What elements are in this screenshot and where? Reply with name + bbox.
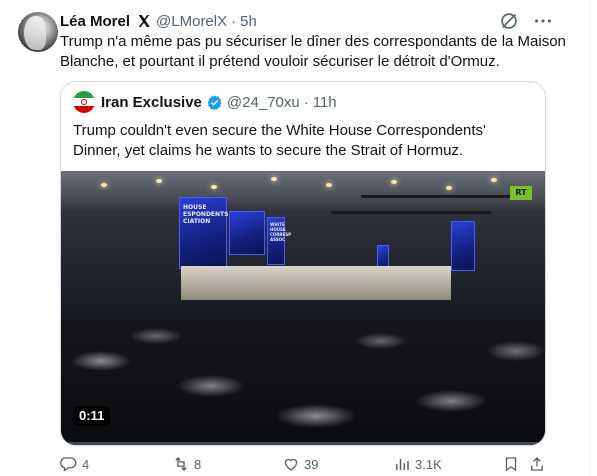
video-player[interactable]: HOUSE ESPONDENTS' CIATION WHITE HOUSE CO… bbox=[61, 171, 545, 445]
share-icon bbox=[531, 457, 543, 471]
quoted-avatar[interactable] bbox=[73, 91, 95, 113]
tweet[interactable]: Léa Morel @LMorelX · 5h Trump n'a même p… bbox=[0, 0, 588, 476]
quoted-author-name[interactable]: Iran Exclusive bbox=[101, 94, 202, 111]
separator-dot: · bbox=[231, 12, 237, 30]
views-count: 3.1K bbox=[415, 456, 442, 472]
video-progress-track[interactable] bbox=[61, 442, 545, 445]
screen-text-right: WHITE HOUSE CORRESP ASSOC bbox=[270, 222, 292, 242]
like-count: 39 bbox=[304, 456, 319, 472]
tweet-header: Léa Morel @LMorelX · 5h bbox=[60, 11, 257, 31]
screen-text-left: HOUSE ESPONDENTS' CIATION bbox=[183, 204, 231, 225]
reply-button[interactable]: 4 bbox=[60, 454, 89, 474]
channel-logo: RT bbox=[510, 186, 532, 200]
quoted-tweet-header: Iran Exclusive @24_70xu · 11h bbox=[73, 91, 337, 113]
lighting-truss bbox=[331, 211, 491, 214]
stage-screen-right: WHITE HOUSE CORRESP ASSOC bbox=[267, 217, 291, 265]
video-duration: 0:11 bbox=[73, 406, 111, 426]
tweet-text: Trump n'a même pas pu sécuriser le dîner… bbox=[60, 33, 566, 70]
verified-icon bbox=[207, 94, 222, 110]
repost-button[interactable]: 8 bbox=[172, 454, 201, 474]
ceiling-light bbox=[211, 185, 217, 189]
lighting-truss bbox=[361, 195, 531, 198]
grok-icon[interactable] bbox=[498, 10, 520, 32]
ceiling-light bbox=[326, 183, 332, 187]
share-button[interactable] bbox=[528, 454, 546, 474]
quoted-author-handle[interactable]: @24_70xu bbox=[227, 94, 300, 111]
ceiling-light bbox=[271, 177, 277, 181]
ceiling-light bbox=[391, 180, 397, 184]
video-frame-ceiling bbox=[61, 171, 545, 211]
repost-count: 8 bbox=[194, 456, 202, 472]
bookmark-icon bbox=[505, 457, 517, 472]
like-button[interactable]: 39 bbox=[282, 454, 318, 474]
quoted-tweet[interactable]: Iran Exclusive @24_70xu · 11h Trump coul… bbox=[60, 81, 546, 446]
avatar[interactable] bbox=[18, 12, 58, 52]
reply-icon bbox=[60, 457, 77, 472]
repost-icon bbox=[175, 457, 187, 471]
quoted-tweet-text: Trump couldn't even secure the White Hou… bbox=[73, 122, 486, 159]
quoted-timestamp[interactable]: 11h bbox=[313, 94, 337, 111]
more-icon[interactable] bbox=[532, 10, 554, 32]
separator-dot: · bbox=[303, 93, 309, 111]
column-divider bbox=[589, 0, 590, 476]
ceiling-light bbox=[101, 183, 107, 187]
side-screen bbox=[451, 221, 475, 271]
avatar-photo bbox=[24, 16, 46, 50]
stage-screen bbox=[229, 211, 265, 255]
author-name[interactable]: Léa Morel bbox=[60, 13, 130, 30]
head-table bbox=[181, 266, 451, 300]
views-button[interactable]: 3.1K bbox=[393, 454, 442, 474]
ceiling-light bbox=[446, 186, 452, 190]
reply-count: 4 bbox=[82, 456, 90, 472]
stage-screen-left: HOUSE ESPONDENTS' CIATION bbox=[179, 197, 231, 269]
bookmark-button[interactable] bbox=[502, 454, 520, 474]
x-premium-icon[interactable] bbox=[136, 13, 152, 29]
author-handle[interactable]: @LMorelX bbox=[156, 13, 227, 30]
ceiling-light bbox=[491, 178, 497, 182]
ceiling-light bbox=[156, 179, 162, 183]
like-icon bbox=[284, 458, 298, 471]
timestamp[interactable]: 5h bbox=[240, 13, 257, 30]
dinner-crowd bbox=[61, 321, 545, 445]
views-icon bbox=[396, 458, 409, 470]
action-bar: 4 8 39 3.1K bbox=[60, 454, 580, 474]
